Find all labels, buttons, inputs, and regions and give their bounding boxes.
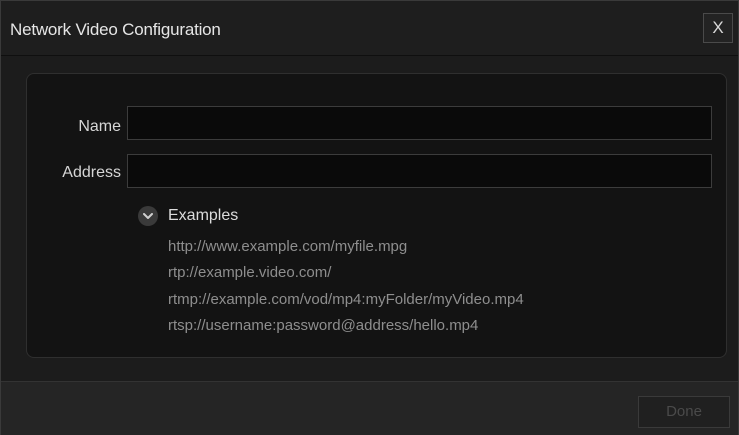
- example-url: rtsp://username:password@address/hello.m…: [168, 317, 479, 334]
- address-input[interactable]: [127, 154, 712, 188]
- example-url: http://www.example.com/myfile.mpg: [168, 238, 408, 255]
- close-button[interactable]: X: [703, 13, 733, 43]
- dialog-footer: Done: [1, 381, 738, 435]
- examples-toggle[interactable]: Examples: [138, 206, 238, 226]
- examples-label: Examples: [168, 207, 239, 224]
- name-label: Name: [78, 118, 121, 135]
- name-input[interactable]: [127, 106, 712, 140]
- example-url: rtmp://example.com/vod/mp4:myFolder/myVi…: [168, 291, 524, 308]
- example-url: rtp://example.video.com/: [168, 264, 332, 281]
- address-label: Address: [62, 164, 121, 181]
- title-bar: Network Video Configuration X: [1, 1, 738, 56]
- network-video-config-dialog: Network Video Configuration X Name Addre…: [0, 0, 739, 435]
- done-button[interactable]: Done: [638, 396, 730, 428]
- dialog-title: Network Video Configuration: [10, 20, 221, 39]
- chevron-down-icon: [138, 206, 158, 226]
